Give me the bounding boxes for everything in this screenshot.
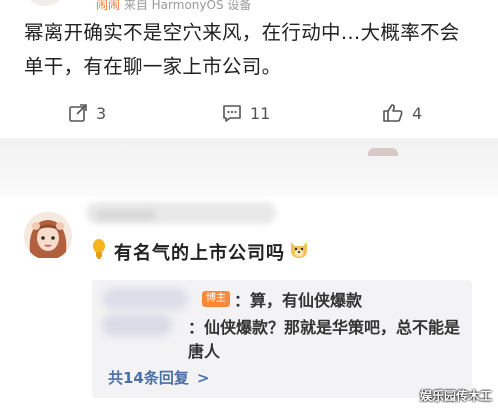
post-meta: 闹闹 来自 HarmonyOS 设备 [96, 0, 251, 13]
share-icon [69, 104, 87, 122]
comment-card: 有名气的上市公司吗 博主 ：算，有仙侠爆款 ：仙侠爆款？那就是华策吧，总不能是唐… [0, 196, 498, 410]
view-all-replies-link[interactable]: 共14条回复 > [108, 367, 209, 388]
reply-author-redacted [102, 314, 172, 336]
view-all-replies-label: 共14条回复 [108, 369, 189, 387]
comment-text-row: 有名气的上市公司吗 [92, 238, 309, 265]
commenter-avatar[interactable] [24, 212, 72, 260]
comment-count: 11 [250, 103, 271, 123]
like-button[interactable]: 4 [382, 96, 422, 130]
reply-author-redacted [102, 288, 188, 310]
share-button[interactable]: 3 [68, 96, 106, 130]
chevron-right-icon: > [196, 368, 210, 387]
post-card: 闹闹 来自 HarmonyOS 设备 幂离开确实不是空穴来风，在行动中…大概率不… [0, 0, 498, 138]
commenter-name-redacted-inner [96, 210, 156, 220]
like-count: 4 [412, 103, 423, 123]
post-author-name[interactable]: 闹闹 [96, 0, 120, 12]
post-source: 来自 HarmonyOS 设备 [123, 0, 252, 12]
reply-text: ：算，有仙侠爆款 [234, 291, 363, 310]
reply-text: ：仙侠爆款？那就是华策吧，总不能是唐人 [188, 318, 461, 361]
watermark: 娱乐园传木工 [419, 389, 492, 403]
reply-thread[interactable]: 博主 ：算，有仙侠爆款 ：仙侠爆款？那就是华策吧，总不能是唐人 共14条回复 > [92, 280, 472, 398]
author-badge: 博主 [202, 291, 230, 307]
post-text: 幂离开确实不是空穴来风，在行动中…大概率不会单干，有在聊一家上市公司。 [24, 21, 460, 78]
commenter-avatar-image [24, 212, 72, 260]
reply-item: ：仙侠爆款？那就是华策吧，总不能是唐人 [188, 316, 470, 364]
partial-avatar [368, 148, 398, 156]
share-count: 3 [96, 103, 107, 123]
post-author-avatar[interactable] [22, 0, 68, 6]
comment-button[interactable]: 11 [222, 96, 270, 130]
reply-item: 博主 ：算，有仙侠爆款 [202, 287, 362, 311]
thumbs-up-icon [383, 104, 403, 122]
comment-text: 有名气的上市公司吗 [114, 242, 285, 264]
post-action-bar: 3 11 4 [0, 96, 498, 130]
dog-face-icon [289, 239, 309, 264]
lightbulb-icon [92, 238, 106, 265]
comment-icon [223, 105, 241, 122]
feed-separator [0, 138, 498, 196]
